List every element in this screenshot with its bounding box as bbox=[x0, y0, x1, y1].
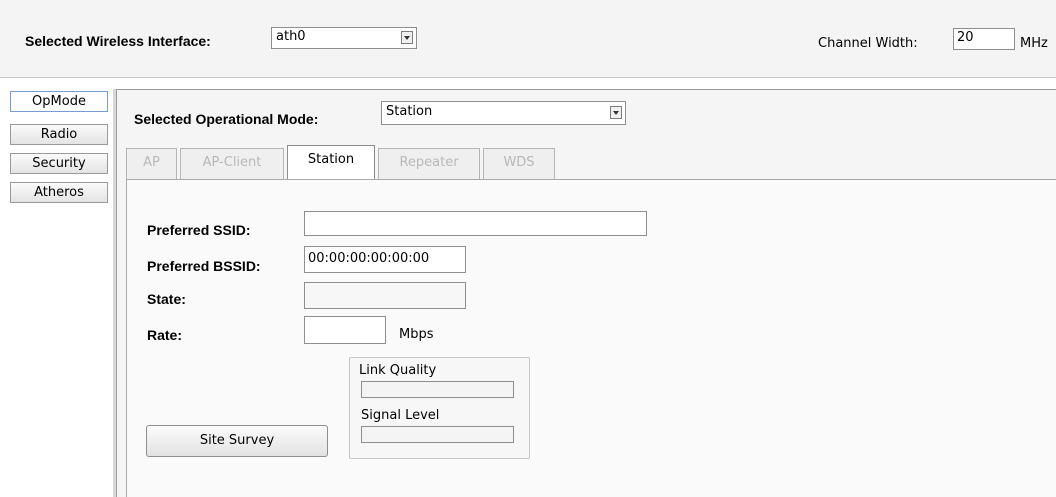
tab-label: AP bbox=[143, 155, 160, 170]
site-survey-label: Site Survey bbox=[199, 433, 275, 448]
rate-label: Rate: bbox=[147, 327, 183, 343]
sidebar-item-label: Atheros bbox=[34, 185, 84, 200]
signal-level-label: Signal Level bbox=[361, 408, 440, 423]
preferred-bssid-value: 00:00:00:00:00:00 bbox=[308, 251, 430, 266]
channel-width-value: 20 bbox=[957, 30, 974, 45]
sidebar-item-opmode[interactable]: OpMode bbox=[10, 91, 108, 112]
signal-level-bar bbox=[361, 426, 514, 443]
tab-wds[interactable]: WDS bbox=[483, 148, 555, 179]
channel-width-label: Channel Width: bbox=[818, 36, 918, 51]
tab-ap[interactable]: AP bbox=[126, 148, 177, 179]
sidebar-item-security[interactable]: Security bbox=[10, 153, 108, 174]
channel-width-unit: MHz bbox=[1020, 36, 1048, 51]
link-quality-label: Link Quality bbox=[359, 363, 437, 378]
sidebar-item-radio[interactable]: Radio bbox=[10, 124, 108, 145]
wireless-interface-label: Selected Wireless Interface: bbox=[25, 33, 211, 49]
rate-field bbox=[304, 316, 386, 344]
state-field bbox=[304, 282, 466, 309]
operational-mode-select[interactable]: Station bbox=[381, 101, 626, 125]
site-survey-button[interactable]: Site Survey bbox=[146, 425, 328, 457]
tab-label: Station bbox=[307, 152, 355, 167]
state-label: State: bbox=[147, 291, 186, 307]
sidebar-item-label: OpMode bbox=[32, 94, 86, 109]
rate-unit: Mbps bbox=[399, 327, 434, 342]
chevron-down-icon[interactable] bbox=[610, 106, 622, 119]
preferred-ssid-label: Preferred SSID: bbox=[147, 222, 251, 238]
sidebar-item-atheros[interactable]: Atheros bbox=[10, 182, 108, 203]
tab-ap-client[interactable]: AP-Client bbox=[180, 148, 284, 179]
operational-mode-value: Station bbox=[386, 104, 433, 119]
preferred-bssid-label: Preferred BSSID: bbox=[147, 258, 261, 274]
link-quality-bar bbox=[361, 381, 514, 398]
operational-mode-label: Selected Operational Mode: bbox=[134, 111, 319, 127]
wireless-interface-value: ath0 bbox=[276, 29, 306, 44]
wireless-interface-select[interactable]: ath0 bbox=[271, 27, 417, 49]
preferred-ssid-input[interactable] bbox=[304, 211, 647, 236]
tab-label: Repeater bbox=[399, 155, 459, 170]
sidebar-item-label: Security bbox=[32, 156, 86, 171]
tab-label: AP-Client bbox=[202, 155, 262, 170]
tab-label: WDS bbox=[503, 155, 535, 170]
top-bar-divider bbox=[0, 77, 1056, 78]
tab-repeater[interactable]: Repeater bbox=[378, 148, 480, 179]
tab-station[interactable]: Station bbox=[287, 145, 375, 179]
sidebar-item-label: Radio bbox=[40, 127, 78, 142]
channel-width-input[interactable]: 20 bbox=[953, 28, 1015, 50]
preferred-bssid-input[interactable]: 00:00:00:00:00:00 bbox=[304, 246, 466, 273]
chevron-down-icon[interactable] bbox=[401, 31, 413, 44]
